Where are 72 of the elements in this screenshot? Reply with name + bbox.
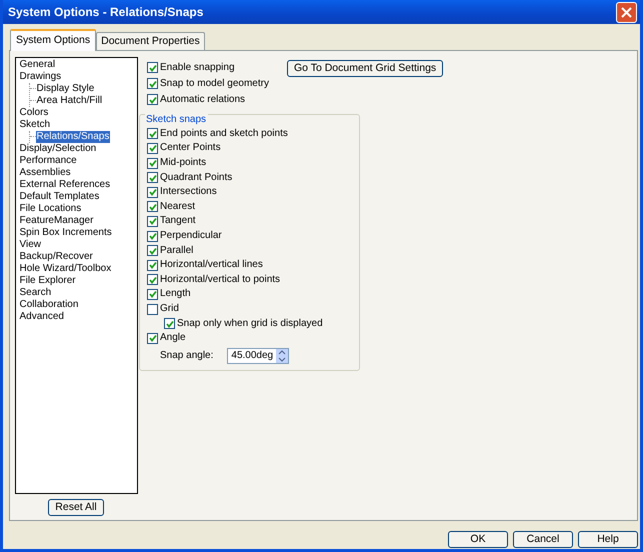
checkbox-label: Center Points — [160, 142, 221, 154]
checkbox-label: Mid-points — [160, 157, 206, 170]
tree-item[interactable]: Advanced — [18, 310, 65, 323]
tree-item[interactable]: Drawings — [18, 70, 62, 83]
checkbox-label: Tangent — [160, 215, 196, 228]
checkbox[interactable] — [147, 128, 158, 140]
checkbox-label: Nearest — [160, 200, 196, 213]
checkbox-label: Grid — [160, 303, 179, 316]
spin-arrows-icon[interactable] — [276, 348, 288, 362]
tree-item[interactable]: General — [18, 58, 56, 71]
checkbox[interactable] — [147, 62, 158, 74]
checkbox-label: Length — [160, 288, 191, 300]
checkbox-label: Angle — [160, 332, 186, 344]
checkbox[interactable] — [147, 201, 158, 212]
checkbox-label: Horizontal/vertical to points — [160, 274, 280, 286]
checkbox-label: Intersections — [160, 186, 217, 198]
checkbox[interactable] — [147, 274, 158, 286]
checkbox-label: Quadrant Points — [160, 172, 232, 184]
tree-item[interactable]: Sketch — [18, 118, 52, 131]
tree-item[interactable]: Display Style — [36, 82, 96, 95]
tree-item[interactable]: Relations/Snaps — [36, 130, 110, 143]
checkbox[interactable] — [147, 245, 158, 256]
grid-settings-button[interactable]: Go To Document Grid Settings — [286, 60, 444, 77]
tree-item[interactable]: Backup/Recover — [18, 250, 94, 263]
tab[interactable]: Document Properties — [96, 32, 205, 50]
checkbox[interactable] — [147, 78, 158, 90]
checkbox[interactable] — [147, 230, 158, 242]
reset-all-button[interactable]: Reset All — [48, 498, 104, 516]
group-title: Sketch snaps — [145, 114, 208, 126]
checkbox[interactable] — [147, 94, 158, 106]
checkbox-label: End points and sketch points — [160, 128, 288, 140]
tree-item[interactable]: Display/Selection — [18, 142, 98, 155]
checkbox-label: Parallel — [160, 244, 194, 257]
checkbox-label: Automatic relations — [160, 94, 246, 106]
dialog-button[interactable]: Help — [578, 530, 638, 548]
checkbox[interactable] — [147, 142, 158, 154]
checkbox-label: Snap only when grid is displayed — [177, 318, 323, 330]
snap-angle-label: Snap angle: — [160, 350, 214, 362]
checkbox-label: Perpendicular — [160, 230, 222, 242]
checkbox[interactable] — [147, 332, 158, 344]
checkbox-label: Snap to model geometry — [160, 78, 269, 90]
checkbox[interactable] — [147, 172, 158, 184]
close-icon[interactable] — [621, 6, 632, 18]
checkbox-label: Horizontal/vertical lines — [160, 259, 263, 272]
tree-item[interactable]: Search — [18, 286, 52, 299]
tab[interactable]: System Options — [10, 29, 96, 51]
checkbox[interactable] — [147, 158, 158, 169]
tree-item[interactable]: Default Templates — [18, 190, 100, 203]
checkbox[interactable] — [147, 304, 158, 315]
checkbox[interactable] — [147, 288, 158, 300]
dialog-button[interactable]: OK — [448, 530, 508, 548]
tree-item[interactable]: File Explorer — [18, 274, 77, 287]
tree-item[interactable]: Collaboration — [18, 298, 80, 311]
tree-item[interactable]: Assemblies — [18, 166, 72, 179]
checkbox[interactable] — [147, 216, 158, 227]
tree-item[interactable]: View — [18, 238, 42, 251]
checkbox[interactable] — [164, 318, 175, 330]
tree-item[interactable]: Hole Wizard/Toolbox — [18, 262, 112, 275]
spin-field[interactable]: 45.00deg — [227, 348, 290, 364]
tree-item[interactable]: FeatureManager — [18, 214, 94, 227]
checkbox[interactable] — [147, 260, 158, 271]
tree-item[interactable]: Area Hatch/Fill — [36, 94, 104, 107]
close-button[interactable] — [616, 2, 637, 22]
checkbox[interactable] — [147, 186, 158, 198]
checkbox-label: Enable snapping — [160, 62, 235, 74]
tree-item[interactable]: File Locations — [18, 202, 82, 215]
dialog-button[interactable]: Cancel — [513, 530, 573, 548]
tree-item[interactable]: External References — [18, 178, 112, 191]
tree-item[interactable]: Spin Box Increments — [18, 226, 113, 239]
tree-item[interactable]: Performance — [18, 154, 78, 167]
tree-item[interactable]: Colors — [18, 106, 50, 119]
window-title: System Options - Relations/Snaps — [8, 4, 204, 20]
